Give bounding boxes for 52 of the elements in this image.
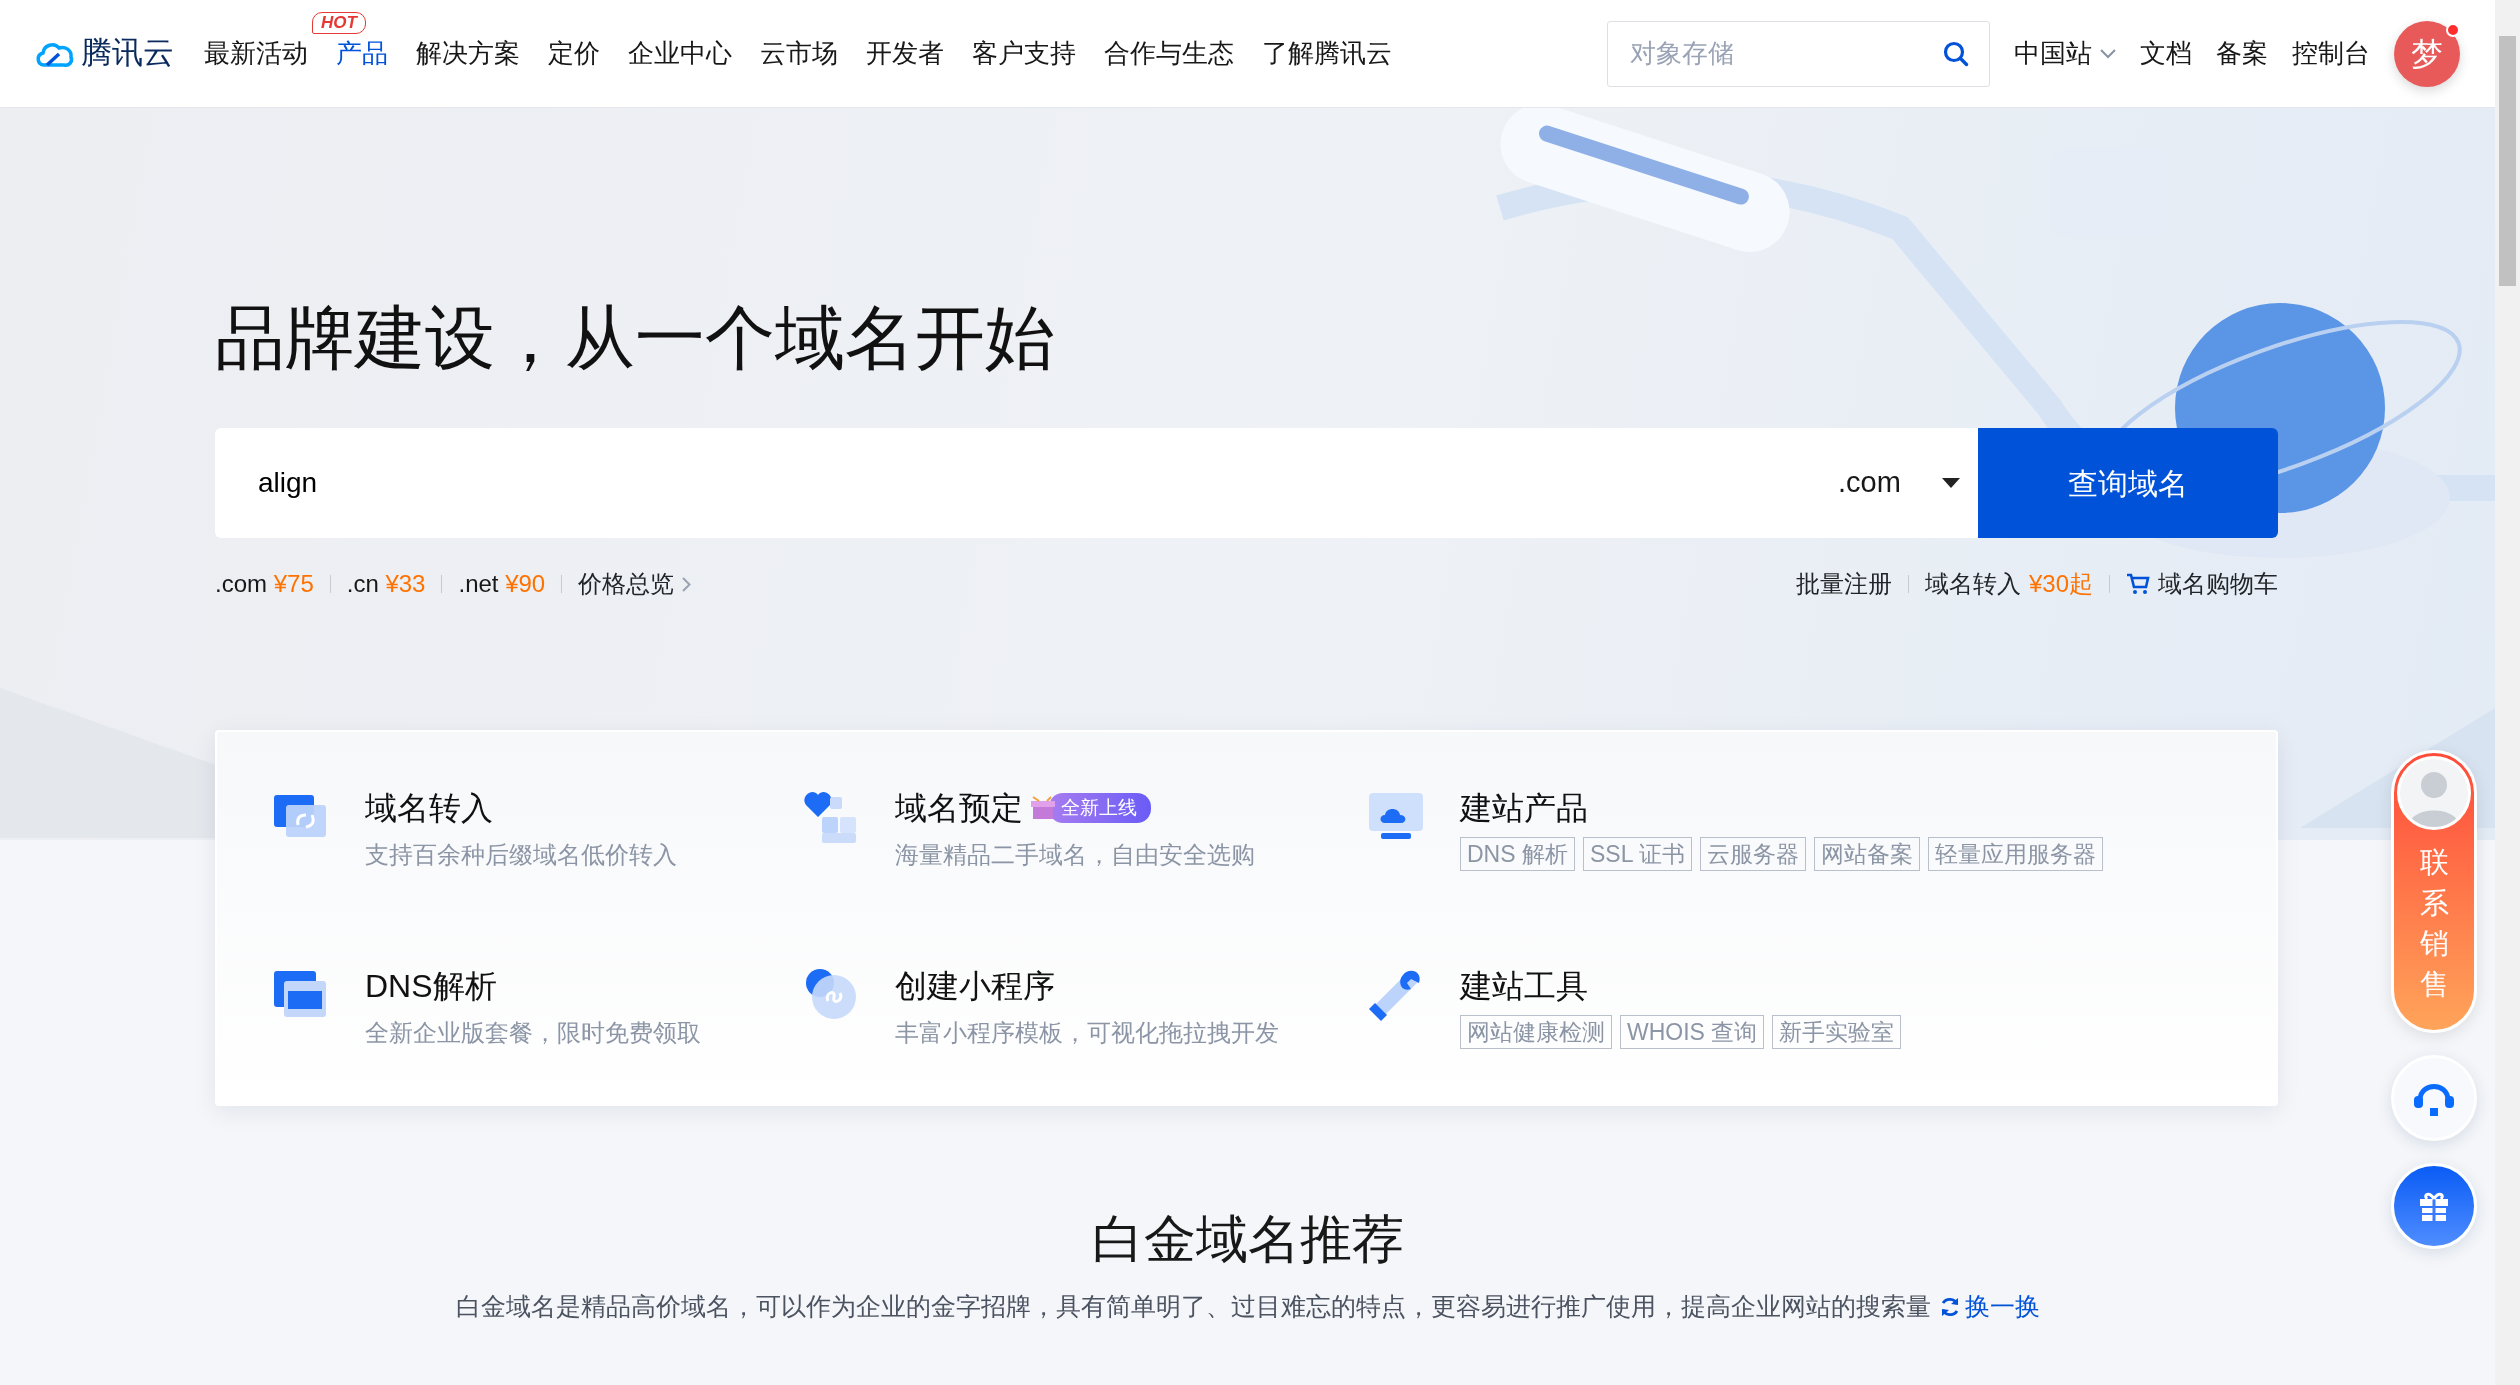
nav-link[interactable]: 云市场	[746, 34, 852, 73]
search-input[interactable]: 对象存储	[1628, 33, 1943, 74]
domain-input[interactable]: align	[215, 428, 1771, 538]
feature-description: 支持百余种后缀域名低价转入	[365, 840, 677, 870]
avatar-icon	[2400, 759, 2468, 827]
price-item: .net ¥90	[458, 569, 546, 599]
caret-icon	[1942, 478, 1960, 488]
logo-text[interactable]: 腾讯云	[81, 30, 174, 77]
domain-link[interactable]: 域名购物车	[2126, 566, 2278, 602]
feature-title[interactable]: DNS解析	[365, 964, 497, 1007]
domain-link[interactable]: 批量注册	[1795, 566, 1892, 602]
price-overview-link[interactable]: 价格总览	[578, 566, 692, 602]
search-field[interactable]: 对象存储	[1607, 20, 1990, 87]
gift-box-icon	[1029, 795, 1057, 821]
nav-link[interactable]: 定价	[534, 34, 614, 73]
domain-link[interactable]: 域名转入 ¥30起	[1924, 566, 2093, 602]
hot-badge: HOT	[312, 12, 366, 34]
nav-link[interactable]: 产品	[322, 34, 402, 73]
suffix-dropdown[interactable]: .com	[1772, 428, 1978, 538]
nav-link[interactable]: 解决方案	[402, 34, 534, 73]
price-item: .cn ¥33	[346, 569, 426, 599]
section-description: 白金域名是精品高价域名，可以作为企业的金字招牌，具有简单明了、过目难忘的特点，更容易进行推广使用，提高企业网站的搜索量	[455, 1291, 1931, 1322]
nav-link[interactable]: 合作与生态	[1090, 34, 1248, 73]
nav-link[interactable]: 中国站	[2014, 34, 2116, 73]
new-badge: 全新上线	[1049, 792, 1151, 824]
chevron-down-icon	[2100, 48, 2116, 59]
chevron-right-icon	[682, 576, 692, 592]
refresh-link[interactable]: 换一换	[1938, 1288, 2040, 1326]
scrollbar-thumb[interactable]	[2499, 36, 2516, 286]
price-item: .com ¥75	[215, 569, 314, 599]
nav-link[interactable]: 了解腾讯云	[1248, 34, 1406, 73]
nav-link[interactable]: 企业中心	[614, 34, 746, 73]
nav-link[interactable]: 客户支持	[958, 34, 1090, 73]
hero-title: 品牌建设，从一个域名开始	[215, 298, 1056, 379]
nav-link[interactable]: 最新活动	[190, 34, 322, 73]
feature-title[interactable]: 建站工具	[1460, 964, 1588, 1007]
nav-link[interactable]: 备案	[2216, 34, 2268, 73]
feature-title[interactable]: 建站产品	[1460, 787, 1588, 829]
feature-title[interactable]: 域名预定	[895, 787, 1023, 829]
nav-link[interactable]: 文档	[2140, 34, 2192, 73]
scrollbar[interactable]	[2495, 0, 2520, 1385]
feature-title[interactable]: 创建小程序	[895, 964, 1055, 1007]
section-title: 白金域名推荐	[1091, 1209, 1404, 1270]
search-icon[interactable]	[1943, 40, 1969, 67]
nav-link[interactable]: 开发者	[852, 34, 958, 73]
feature-description: 丰富小程序模板，可视化拖拉拽开发	[895, 1017, 1279, 1048]
nav-link[interactable]: 控制台	[2292, 34, 2370, 73]
feature-title[interactable]: 域名转入	[365, 787, 493, 829]
feature-description: 海量精品二手域名，自由安全选购	[895, 840, 1255, 870]
feature-description: 全新企业版套餐，限时免费领取	[365, 1017, 701, 1048]
search-domain-button[interactable]: 查询域名	[1978, 428, 2278, 538]
cart-icon	[2126, 573, 2150, 595]
